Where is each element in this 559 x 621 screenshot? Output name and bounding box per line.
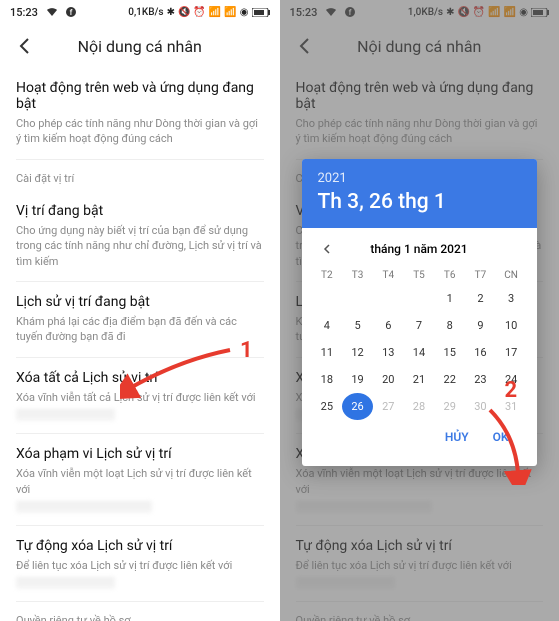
- redacted-text: [16, 409, 115, 421]
- calendar-week: ....123: [312, 285, 527, 312]
- page-title: Nội dung cá nhân: [38, 37, 242, 56]
- phone-left: 15:23 f 0,1KB/s ✱ 🔇 ⏰ 📶 📶 ◉ Nội dung cá …: [0, 0, 280, 621]
- item-title: Xóa tất cả Lịch sử vị trí: [16, 370, 264, 386]
- status-net: 0,1KB/s: [128, 7, 163, 18]
- calendar-day[interactable]: 7: [404, 312, 435, 339]
- item-title: Tự động xóa Lịch sử vị trí: [16, 538, 264, 554]
- calendar-week: 45678910: [312, 312, 527, 339]
- wifi-icon: [46, 7, 58, 17]
- weekday-row: T2T3T4T5T6T7CN: [312, 266, 527, 285]
- signal-icon-2: 📶: [224, 7, 236, 18]
- calendar-week: 11121314151617: [312, 339, 527, 366]
- item-sub: Cho phép các tính năng như Dòng thời gia…: [16, 116, 264, 147]
- page-header: Nội dung cá nhân: [0, 24, 280, 68]
- signal-icon: 📶: [209, 7, 221, 18]
- calendar-day[interactable]: 2: [465, 285, 496, 312]
- alarm-icon: ⏰: [193, 7, 205, 18]
- redacted-text: [16, 501, 152, 513]
- cancel-button[interactable]: HỦY: [445, 430, 469, 444]
- calendar-day[interactable]: 23: [465, 366, 496, 393]
- item-auto-delete[interactable]: Tự động xóa Lịch sử vị trí Để liên tục x…: [16, 526, 264, 602]
- calendar-day[interactable]: 11: [312, 339, 343, 366]
- weekday-label: T2: [312, 266, 343, 285]
- weekday-label: T4: [373, 266, 404, 285]
- weekday-label: T3: [342, 266, 373, 285]
- phone-right: 15:23 f 1,0KB/s ✱ 🔇 ⏰ 📶 📶 ◉ Nội dung cá …: [280, 0, 559, 621]
- item-location[interactable]: Vị trí đang bật Cho ứng dụng này biết vị…: [16, 191, 264, 282]
- calendar-day[interactable]: 22: [434, 366, 465, 393]
- calendar-day[interactable]: 10: [496, 312, 527, 339]
- calendar-day[interactable]: 12: [342, 339, 373, 366]
- picker-header: 2021 Th 3, 26 thg 1: [302, 159, 537, 228]
- calendar-day[interactable]: 21: [404, 366, 435, 393]
- item-title: Xóa phạm vi Lịch sử vị trí: [16, 446, 264, 462]
- status-bar: 15:23 f 0,1KB/s ✱ 🔇 ⏰ 📶 📶 ◉: [0, 0, 280, 24]
- item-sub: Xóa vĩnh viễn tất cả Lịch sử vị trí được…: [16, 390, 264, 405]
- date-picker: 2021 Th 3, 26 thg 1 tháng 1 năm 2021 T2T…: [302, 159, 537, 466]
- calendar-day[interactable]: 6: [373, 312, 404, 339]
- calendar-week: 25262728293031: [312, 393, 527, 420]
- back-icon[interactable]: [14, 34, 38, 58]
- item-title: Lịch sử vị trí đang bật: [16, 294, 264, 310]
- weekday-label: T7: [465, 266, 496, 285]
- item-history[interactable]: Lịch sử vị trí đang bật Khám phá lại các…: [16, 282, 264, 358]
- month-row: tháng 1 năm 2021: [312, 236, 527, 266]
- weekday-label: T6: [434, 266, 465, 285]
- content: Hoạt động trên web và ứng dụng đang bật …: [0, 68, 280, 621]
- annotation-label-1: 1: [240, 338, 253, 363]
- calendar-day[interactable]: 9: [465, 312, 496, 339]
- ok-button[interactable]: OK: [493, 430, 509, 444]
- item-sub: Xóa vĩnh viễn một loạt Lịch sử vị trí đư…: [16, 466, 264, 497]
- item-web-activity[interactable]: Hoạt động trên web và ứng dụng đang bật …: [16, 68, 264, 160]
- bluetooth-icon: ✱: [167, 7, 175, 18]
- picker-body: tháng 1 năm 2021 T2T3T4T5T6T7CN ....1234…: [302, 228, 537, 466]
- calendar-grid: ....123456789101112131415161718192021222…: [312, 285, 527, 420]
- calendar-day[interactable]: 26: [342, 393, 373, 420]
- picker-year[interactable]: 2021: [318, 171, 521, 186]
- calendar-week: 18192021222324: [312, 366, 527, 393]
- calendar-day[interactable]: 13: [373, 339, 404, 366]
- calendar-day[interactable]: 15: [434, 339, 465, 366]
- calendar-day[interactable]: 14: [404, 339, 435, 366]
- annotation-label-2: 2: [505, 378, 518, 403]
- chevron-left-icon[interactable]: [318, 240, 336, 258]
- calendar-day: 30: [465, 393, 496, 420]
- calendar-day[interactable]: 4: [312, 312, 343, 339]
- item-delete-all[interactable]: Xóa tất cả Lịch sử vị trí Xóa vĩnh viễn …: [16, 358, 264, 434]
- item-title: Hoạt động trên web và ứng dụng đang bật: [16, 80, 264, 112]
- item-sub: Cho ứng dụng này biết vị trí của bạn để …: [16, 223, 264, 269]
- calendar-day: 28: [404, 393, 435, 420]
- picker-actions: HỦY OK: [312, 420, 527, 458]
- item-sub: Khám phá lại các địa điểm bạn đã đến và …: [16, 314, 264, 345]
- status-time: 15:23: [10, 6, 38, 19]
- picker-date[interactable]: Th 3, 26 thg 1: [318, 190, 521, 214]
- calendar-day[interactable]: 16: [465, 339, 496, 366]
- calendar-day[interactable]: 25: [312, 393, 343, 420]
- battery-icon: [252, 8, 270, 17]
- calendar-day[interactable]: 17: [496, 339, 527, 366]
- svg-text:f: f: [70, 8, 73, 17]
- redacted-text: [16, 577, 115, 589]
- calendar-day[interactable]: 5: [342, 312, 373, 339]
- calendar-day[interactable]: 8: [434, 312, 465, 339]
- item-sub: Để liên tục xóa Lịch sử vị trí được liên…: [16, 558, 264, 573]
- facebook-icon: f: [66, 7, 76, 17]
- calendar-day[interactable]: 18: [312, 366, 343, 393]
- calendar-day[interactable]: 3: [496, 285, 527, 312]
- weekday-label: CN: [496, 266, 527, 285]
- item-title: Vị trí đang bật: [16, 203, 264, 219]
- wifi-icon-2: ◉: [240, 7, 249, 18]
- month-label: tháng 1 năm 2021: [370, 242, 467, 256]
- weekday-label: T5: [404, 266, 435, 285]
- mute-icon: 🔇: [178, 7, 190, 18]
- calendar-day: 27: [373, 393, 404, 420]
- calendar-day[interactable]: 19: [342, 366, 373, 393]
- calendar-day[interactable]: 1: [434, 285, 465, 312]
- calendar-day: 29: [434, 393, 465, 420]
- item-delete-range[interactable]: Xóa phạm vi Lịch sử vị trí Xóa vĩnh viễn…: [16, 434, 264, 526]
- calendar-day[interactable]: 20: [373, 366, 404, 393]
- section-location: Cài đặt vị trí: [16, 160, 264, 191]
- section-privacy: Quyền riêng tư về hồ sơ: [16, 602, 264, 621]
